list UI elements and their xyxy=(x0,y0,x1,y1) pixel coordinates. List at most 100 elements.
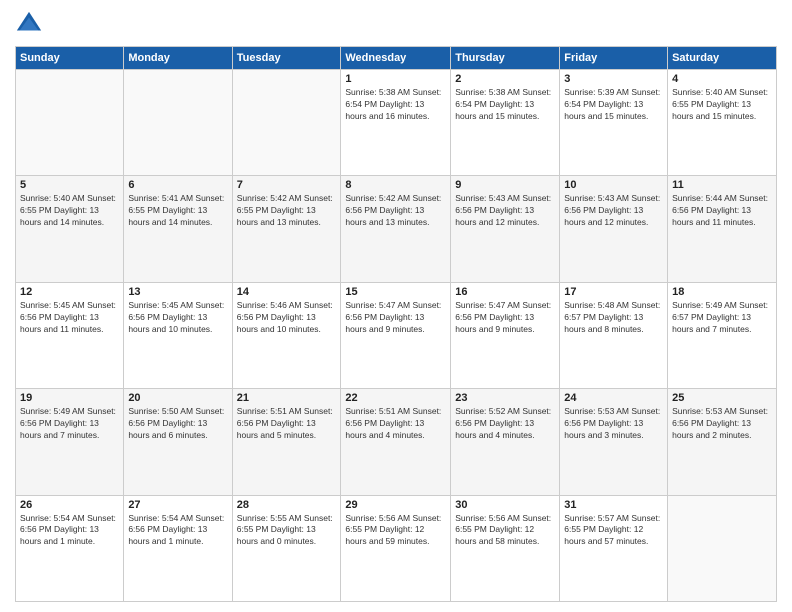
day-number: 20 xyxy=(128,392,227,404)
day-number: 17 xyxy=(564,286,663,298)
calendar-cell: 18 Sunrise: 5:49 AM Sunset: 6:57 PM Dayli… xyxy=(668,282,777,388)
day-info: Sunrise: 5:39 AM Sunset: 6:54 PM Dayligh… xyxy=(564,87,663,123)
calendar-cell: 5Sunrise: 5:40 AM Sunset: 6:55 PM Daylig… xyxy=(16,176,124,282)
day-info: Sunrise: 5:46 AM Sunset: 6:56 PM Dayligh… xyxy=(237,300,337,336)
calendar-cell: 15 Sunrise: 5:47 AM Sunset: 6:56 PM Dayli… xyxy=(341,282,451,388)
calendar-cell: 12 Sunrise: 5:45 AM Sunset: 6:56 PM Dayli… xyxy=(16,282,124,388)
day-number: 26 xyxy=(20,499,119,511)
calendar-cell: 20 Sunrise: 5:50 AM Sunset: 6:56 PM Dayli… xyxy=(124,389,232,495)
day-info: Sunrise: 5:38 AM Sunset: 6:54 PM Dayligh… xyxy=(345,87,446,123)
logo-icon xyxy=(15,10,43,38)
day-info: Sunrise: 5:53 AM Sunset: 6:56 PM Dayligh… xyxy=(672,406,772,442)
day-number: 2 xyxy=(455,73,555,85)
day-number: 19 xyxy=(20,392,119,404)
day-number: 30 xyxy=(455,499,555,511)
calendar-week-row: 12 Sunrise: 5:45 AM Sunset: 6:56 PM Dayli… xyxy=(16,282,777,388)
calendar-cell: 22 Sunrise: 5:51 AM Sunset: 6:56 PM Dayli… xyxy=(341,389,451,495)
day-info: Sunrise: 5:56 AM Sunset: 6:55 PM Dayligh… xyxy=(455,513,555,549)
day-info: Sunrise: 5:44 AM Sunset: 6:56 PM Dayligh… xyxy=(672,193,772,229)
day-number: 10 xyxy=(564,179,663,191)
day-info: Sunrise: 5:57 AM Sunset: 6:55 PM Dayligh… xyxy=(564,513,663,549)
calendar-cell: 7Sunrise: 5:42 AM Sunset: 6:55 PM Daylig… xyxy=(232,176,341,282)
day-info: Sunrise: 5:48 AM Sunset: 6:57 PM Dayligh… xyxy=(564,300,663,336)
calendar-cell: 25 Sunrise: 5:53 AM Sunset: 6:56 PM Dayli… xyxy=(668,389,777,495)
day-number: 24 xyxy=(564,392,663,404)
day-info: Sunrise: 5:42 AM Sunset: 6:56 PM Dayligh… xyxy=(345,193,446,229)
calendar-cell xyxy=(16,70,124,176)
calendar-table: SundayMondayTuesdayWednesdayThursdayFrid… xyxy=(15,46,777,602)
calendar-cell: 9 Sunrise: 5:43 AM Sunset: 6:56 PM Daylig… xyxy=(451,176,560,282)
page: SundayMondayTuesdayWednesdayThursdayFrid… xyxy=(0,0,792,612)
day-info: Sunrise: 5:42 AM Sunset: 6:55 PM Dayligh… xyxy=(237,193,337,229)
calendar-week-row: 1 Sunrise: 5:38 AM Sunset: 6:54 PM Daylig… xyxy=(16,70,777,176)
day-number: 16 xyxy=(455,286,555,298)
day-info: Sunrise: 5:45 AM Sunset: 6:56 PM Dayligh… xyxy=(20,300,119,336)
calendar-week-row: 19 Sunrise: 5:49 AM Sunset: 6:56 PM Dayli… xyxy=(16,389,777,495)
day-header-monday: Monday xyxy=(124,47,232,70)
day-number: 12 xyxy=(20,286,119,298)
day-info: Sunrise: 5:43 AM Sunset: 6:56 PM Dayligh… xyxy=(455,193,555,229)
day-info: Sunrise: 5:40 AM Sunset: 6:55 PM Dayligh… xyxy=(672,87,772,123)
day-info: Sunrise: 5:53 AM Sunset: 6:56 PM Dayligh… xyxy=(564,406,663,442)
day-info: Sunrise: 5:41 AM Sunset: 6:55 PM Dayligh… xyxy=(128,193,227,229)
calendar-cell: 8 Sunrise: 5:42 AM Sunset: 6:56 PM Daylig… xyxy=(341,176,451,282)
calendar-cell: 4Sunrise: 5:40 AM Sunset: 6:55 PM Daylig… xyxy=(668,70,777,176)
day-number: 27 xyxy=(128,499,227,511)
day-number: 5 xyxy=(20,179,119,191)
day-number: 8 xyxy=(345,179,446,191)
calendar-cell: 17 Sunrise: 5:48 AM Sunset: 6:57 PM Dayli… xyxy=(560,282,668,388)
day-info: Sunrise: 5:55 AM Sunset: 6:55 PM Dayligh… xyxy=(237,513,337,549)
calendar-cell: 21 Sunrise: 5:51 AM Sunset: 6:56 PM Dayli… xyxy=(232,389,341,495)
calendar-cell xyxy=(668,495,777,601)
day-number: 25 xyxy=(672,392,772,404)
day-number: 3 xyxy=(564,73,663,85)
calendar-cell: 3 Sunrise: 5:39 AM Sunset: 6:54 PM Daylig… xyxy=(560,70,668,176)
day-number: 1 xyxy=(345,73,446,85)
calendar-cell: 19 Sunrise: 5:49 AM Sunset: 6:56 PM Dayli… xyxy=(16,389,124,495)
calendar-cell: 14 Sunrise: 5:46 AM Sunset: 6:56 PM Dayli… xyxy=(232,282,341,388)
logo xyxy=(15,10,47,38)
day-header-tuesday: Tuesday xyxy=(232,47,341,70)
calendar-cell: 10 Sunrise: 5:43 AM Sunset: 6:56 PM Dayli… xyxy=(560,176,668,282)
day-number: 13 xyxy=(128,286,227,298)
day-number: 23 xyxy=(455,392,555,404)
day-info: Sunrise: 5:38 AM Sunset: 6:54 PM Dayligh… xyxy=(455,87,555,123)
calendar-cell: 2 Sunrise: 5:38 AM Sunset: 6:54 PM Daylig… xyxy=(451,70,560,176)
calendar-cell: 26Sunrise: 5:54 AM Sunset: 6:56 PM Dayli… xyxy=(16,495,124,601)
day-info: Sunrise: 5:43 AM Sunset: 6:56 PM Dayligh… xyxy=(564,193,663,229)
day-header-sunday: Sunday xyxy=(16,47,124,70)
calendar-cell: 30 Sunrise: 5:56 AM Sunset: 6:55 PM Dayli… xyxy=(451,495,560,601)
calendar-cell: 16Sunrise: 5:47 AM Sunset: 6:56 PM Dayli… xyxy=(451,282,560,388)
day-number: 22 xyxy=(345,392,446,404)
day-info: Sunrise: 5:50 AM Sunset: 6:56 PM Dayligh… xyxy=(128,406,227,442)
calendar-cell: 24 Sunrise: 5:53 AM Sunset: 6:56 PM Dayli… xyxy=(560,389,668,495)
calendar-header-row: SundayMondayTuesdayWednesdayThursdayFrid… xyxy=(16,47,777,70)
day-number: 29 xyxy=(345,499,446,511)
calendar-cell: 27 Sunrise: 5:54 AM Sunset: 6:56 PM Dayli… xyxy=(124,495,232,601)
day-info: Sunrise: 5:52 AM Sunset: 6:56 PM Dayligh… xyxy=(455,406,555,442)
day-header-friday: Friday xyxy=(560,47,668,70)
day-info: Sunrise: 5:51 AM Sunset: 6:56 PM Dayligh… xyxy=(345,406,446,442)
day-header-saturday: Saturday xyxy=(668,47,777,70)
calendar-cell: 29Sunrise: 5:56 AM Sunset: 6:55 PM Dayli… xyxy=(341,495,451,601)
day-number: 11 xyxy=(672,179,772,191)
day-info: Sunrise: 5:49 AM Sunset: 6:56 PM Dayligh… xyxy=(20,406,119,442)
day-number: 6 xyxy=(128,179,227,191)
day-number: 9 xyxy=(455,179,555,191)
day-number: 14 xyxy=(237,286,337,298)
day-info: Sunrise: 5:51 AM Sunset: 6:56 PM Dayligh… xyxy=(237,406,337,442)
calendar-cell: 28Sunrise: 5:55 AM Sunset: 6:55 PM Dayli… xyxy=(232,495,341,601)
calendar-cell: 31Sunrise: 5:57 AM Sunset: 6:55 PM Dayli… xyxy=(560,495,668,601)
day-info: Sunrise: 5:47 AM Sunset: 6:56 PM Dayligh… xyxy=(345,300,446,336)
calendar-week-row: 5Sunrise: 5:40 AM Sunset: 6:55 PM Daylig… xyxy=(16,176,777,282)
day-info: Sunrise: 5:54 AM Sunset: 6:56 PM Dayligh… xyxy=(128,513,227,549)
day-number: 21 xyxy=(237,392,337,404)
day-header-wednesday: Wednesday xyxy=(341,47,451,70)
calendar-cell: 6 Sunrise: 5:41 AM Sunset: 6:55 PM Daylig… xyxy=(124,176,232,282)
day-number: 15 xyxy=(345,286,446,298)
calendar-week-row: 26 Sunrise: 5:54 AM Sunset: 6:56 PM Dayli… xyxy=(16,495,777,601)
day-number: 18 xyxy=(672,286,772,298)
calendar-cell: 1 Sunrise: 5:38 AM Sunset: 6:54 PM Daylig… xyxy=(341,70,451,176)
day-info: Sunrise: 5:49 AM Sunset: 6:57 PM Dayligh… xyxy=(672,300,772,336)
calendar-cell xyxy=(232,70,341,176)
